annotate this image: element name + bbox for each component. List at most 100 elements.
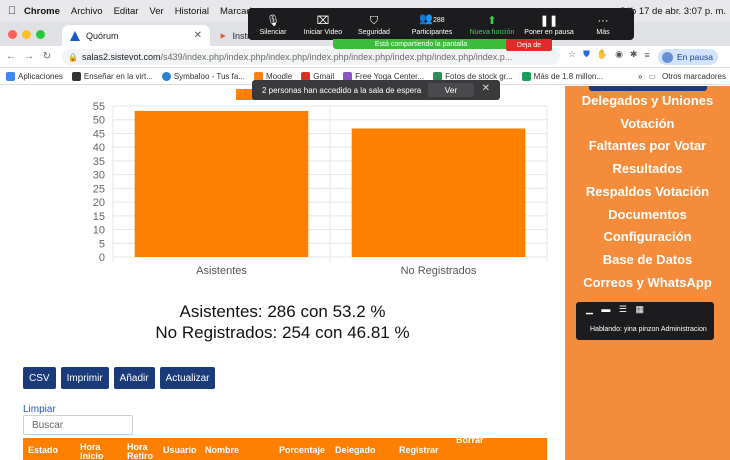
bookmark-symbaloo[interactable]: Symbaloo - Tus fa...: [161, 71, 245, 81]
clear-filter-link[interactable]: Limpiar: [23, 404, 56, 415]
sidebar-item-documentos[interactable]: Documentos: [565, 207, 730, 222]
bookmark-favicon-icon: [161, 71, 171, 81]
x-tick-label: Asistentes: [196, 265, 247, 277]
stop-share-button[interactable]: Deja de: [506, 39, 552, 51]
bookmark-label: Symbaloo - Tus fa...: [173, 71, 245, 81]
y-tick-label: 30: [93, 170, 105, 182]
window-controls: [8, 30, 45, 39]
puzzle-icon[interactable]: ✱: [630, 49, 638, 60]
table-header: Estado Hora Inicio Hora Retiro Usuario N…: [23, 436, 547, 460]
tab-quorum[interactable]: Quórum ✕: [62, 25, 210, 46]
sidebar-item-votacion[interactable]: Votación: [565, 116, 730, 131]
bookmark-mas[interactable]: Más de 1.8 millon...: [521, 71, 603, 81]
bookmarks-right: » ▭ Otros marcadores: [638, 68, 726, 84]
stop-share-label: Deja de: [516, 41, 542, 49]
header-hora-retiro[interactable]: Hora Retiro: [127, 443, 155, 460]
header-usuario[interactable]: Usuario: [163, 446, 197, 455]
menu-editar[interactable]: Editar: [114, 6, 139, 17]
pause-share-button[interactable]: ❚❚ Poner en pausa: [520, 8, 578, 40]
menu-historial[interactable]: Historial: [175, 6, 209, 17]
more-icon: ···: [597, 15, 609, 27]
header-estado[interactable]: Estado: [28, 446, 58, 455]
header-borrar[interactable]: Borrar: [456, 436, 484, 445]
shield-icon: ⛉: [369, 15, 379, 27]
view-waiting-room-button[interactable]: Ver: [428, 83, 474, 97]
share-screen-icon: ⬆: [487, 15, 497, 27]
y-tick-label: 0: [99, 252, 105, 264]
pause-label: En pausa: [677, 52, 713, 62]
menubar-clock[interactable]: Sáb 17 de abr. 3:07 p. m.: [619, 6, 726, 17]
print-button[interactable]: Imprimir: [60, 367, 109, 389]
speaking-indicator: Hablando: yina pinzon Administracion: [590, 326, 707, 333]
bookmark-ensenar[interactable]: Enseñar en la virt...: [71, 71, 153, 81]
back-arrow-icon[interactable]: ←: [4, 51, 18, 62]
search-input[interactable]: Buscar: [23, 415, 133, 435]
reading-list-icon[interactable]: ≡: [644, 50, 649, 60]
star-icon[interactable]: ☆: [568, 49, 576, 60]
menu-chrome[interactable]: Chrome: [24, 6, 60, 17]
sidebar-item-delegados[interactable]: Delegados y Uniones: [565, 93, 730, 108]
forward-arrow-icon[interactable]: →: [22, 51, 36, 62]
menu-archivo[interactable]: Archivo: [71, 6, 103, 17]
menu-ver[interactable]: Ver: [149, 6, 163, 17]
play-favicon-icon: [220, 32, 226, 39]
y-tick-label: 35: [93, 156, 105, 168]
screen:  Chrome Archivo Editar Ver Historial Ma…: [0, 0, 730, 460]
refresh-button[interactable]: Actualizar: [159, 367, 216, 389]
y-tick-label: 45: [93, 128, 105, 140]
close-window-icon[interactable]: [8, 30, 17, 39]
profile-paused-button[interactable]: En pausa: [658, 49, 718, 65]
zoom-mini-panel[interactable]: ▁ ▬ ☰ ▦ Hablando: yina pinzon Administra…: [576, 302, 714, 340]
participants-button[interactable]: 👥288 Participantes: [400, 8, 464, 40]
start-video-button[interactable]: ⌧ Iniciar Video: [298, 8, 348, 40]
url-path: /s439/index.php/index.php/index.php/inde…: [160, 52, 513, 62]
security-button[interactable]: ⛉ Seguridad: [348, 8, 400, 40]
toast-message: 2 personas han accedido a la sala de esp…: [262, 85, 422, 95]
sidebar-item-base-datos[interactable]: Base de Datos: [565, 252, 730, 267]
reload-icon[interactable]: ↻: [40, 51, 54, 62]
y-tick-label: 15: [93, 211, 105, 223]
y-tick-label: 50: [93, 115, 105, 127]
minimize-window-icon[interactable]: [22, 30, 31, 39]
bookmarks-more-chevron[interactable]: »: [638, 72, 642, 81]
bookmark-apps[interactable]: Aplicaciones: [6, 71, 63, 81]
close-icon[interactable]: ✕: [482, 83, 490, 94]
video-off-icon: ⌧: [316, 15, 330, 27]
sidebar-item-configuracion[interactable]: Configuración: [565, 229, 730, 244]
header-delegado[interactable]: Delegado: [335, 446, 376, 455]
apps-grid-icon: [6, 71, 15, 81]
csv-button[interactable]: CSV: [23, 367, 56, 389]
control-label: Poner en pausa: [524, 29, 574, 36]
header-nombre[interactable]: Nombre: [205, 446, 239, 455]
header-hora-inicio[interactable]: Hora Inicio: [80, 443, 108, 460]
pause-icon: ❚❚: [539, 15, 559, 27]
shield-extension-icon[interactable]: ⛊: [583, 49, 590, 60]
sidebar-item-correos[interactable]: Correos y WhatsApp: [565, 275, 730, 290]
header-porcentaje[interactable]: Porcentaje: [279, 446, 325, 455]
control-label: Más: [596, 29, 610, 36]
bookmark-label: Enseñar en la virt...: [83, 71, 153, 81]
apple-icon[interactable]: : [0, 5, 24, 17]
extension-icon[interactable]: ◉: [615, 49, 623, 60]
y-tick-label: 5: [99, 238, 105, 250]
sistevot-favicon-icon: [70, 30, 80, 41]
maximize-window-icon[interactable]: [36, 30, 45, 39]
bookmark-favicon-icon: [71, 71, 81, 81]
lock-icon[interactable]: 🔒: [68, 53, 78, 62]
share-screen-button[interactable]: ⬆ Nueva función: [464, 8, 520, 40]
other-bookmarks[interactable]: Otros marcadores: [662, 72, 726, 81]
export-buttons: CSV Imprimir Añadir Actualizar: [23, 367, 216, 389]
bar: [351, 128, 526, 257]
address-bar[interactable]: 🔒 salas2.sistevot.com/s439/index.php/ind…: [62, 49, 560, 65]
more-button[interactable]: ··· Más: [578, 8, 628, 40]
header-registrar[interactable]: Registrar: [399, 446, 439, 455]
hand-extension-icon[interactable]: ✋: [597, 49, 608, 60]
sidebar-item-faltantes[interactable]: Faltantes por Votar: [565, 138, 730, 153]
sidebar-item-resultados[interactable]: Resultados: [565, 161, 730, 176]
mini-panel-controls-icon[interactable]: ▁ ▬ ☰ ▦: [586, 304, 647, 315]
sidebar-item-respaldos[interactable]: Respaldos Votación: [565, 184, 730, 199]
close-tab-icon[interactable]: ✕: [194, 30, 202, 41]
y-tick-label: 10: [93, 225, 105, 237]
add-button[interactable]: Añadir: [113, 367, 155, 389]
mute-button[interactable]: 🎙 Silenciar: [248, 8, 298, 40]
